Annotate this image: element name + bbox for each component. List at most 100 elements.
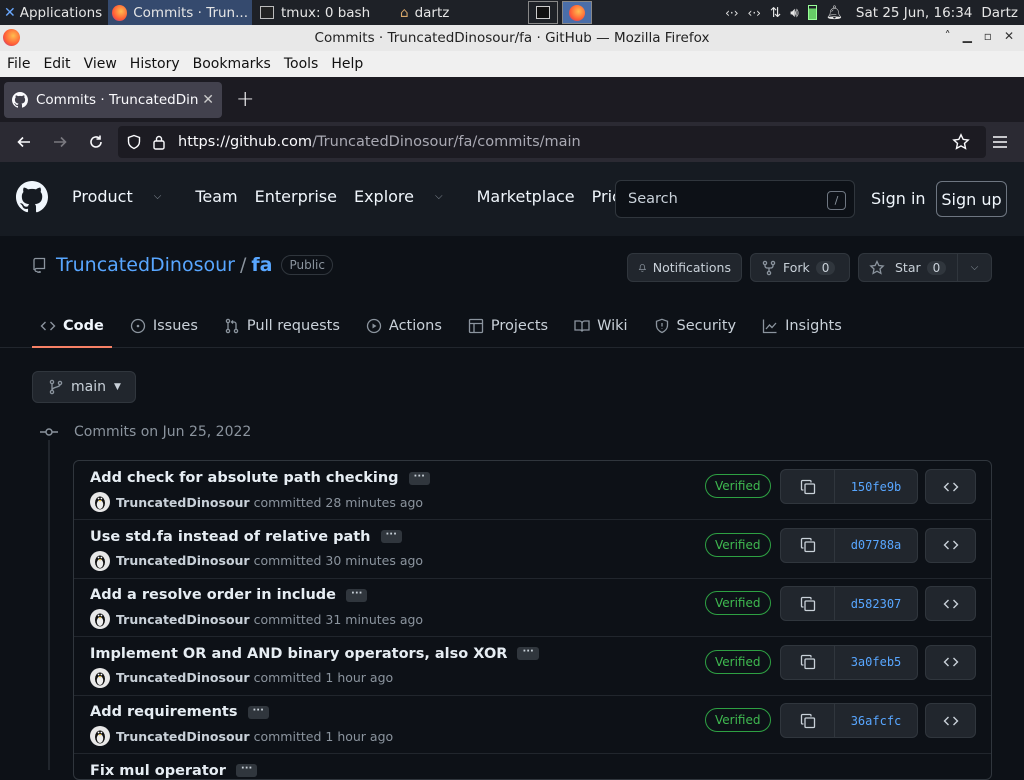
maximize-up-icon[interactable]: ˄ <box>945 29 951 43</box>
tab-actions[interactable]: Actions <box>358 306 450 346</box>
tab-wiki[interactable]: Wiki <box>566 306 635 346</box>
verified-badge[interactable]: Verified <box>705 708 771 732</box>
expand-commit-button[interactable]: ··· <box>381 530 402 543</box>
branch-select-button[interactable]: main ▼ <box>32 371 136 403</box>
tab-code[interactable]: Code <box>32 306 112 346</box>
commit-message-link[interactable]: Add a resolve order in include <box>90 587 336 603</box>
expand-commit-button[interactable]: ··· <box>248 706 269 719</box>
copy-sha-button[interactable] <box>781 587 835 620</box>
user-name[interactable]: Dartz <box>981 5 1018 21</box>
volume-icon[interactable]: 🔊︎ <box>790 5 799 21</box>
browse-repo-at-commit-button[interactable] <box>925 645 976 680</box>
nav-enterprise[interactable]: Enterprise <box>255 187 337 206</box>
tab-security[interactable]: Security <box>646 306 745 346</box>
nav-team[interactable]: Team <box>195 187 237 206</box>
commit-author-link[interactable]: TruncatedDinosour <box>116 495 250 510</box>
nav-product[interactable]: Product⌵ <box>72 187 178 206</box>
applications-menu[interactable]: ✕ Applications <box>0 0 108 25</box>
tab-pull-requests[interactable]: Pull requests <box>216 306 348 346</box>
new-tab-button[interactable]: + <box>236 87 254 112</box>
menu-history[interactable]: History <box>123 56 186 72</box>
back-button[interactable] <box>6 124 42 160</box>
taskbar-window-firefox[interactable]: Commits · Trun... <box>108 0 252 25</box>
menu-tools[interactable]: Tools <box>277 56 325 72</box>
taskbar-window-dartz[interactable]: ⌂ dartz <box>388 0 528 25</box>
browser-tab-active[interactable]: Commits · TruncatedDinosour/fa ✕ <box>4 82 222 118</box>
reload-button[interactable] <box>78 124 114 160</box>
avatar[interactable] <box>90 492 110 512</box>
avatar[interactable] <box>90 609 110 629</box>
github-search-input[interactable]: Search / <box>615 180 855 218</box>
clock[interactable]: Sat 25 Jun, 16:34 <box>852 5 972 21</box>
commit-sha-link[interactable]: 36afcfc <box>835 704 917 737</box>
network-icon[interactable]: ‹·› <box>725 6 738 20</box>
lock-icon[interactable] <box>152 134 166 150</box>
shield-icon[interactable] <box>126 134 142 150</box>
commit-message-link[interactable]: Fix mul operator <box>90 763 226 779</box>
commit-author-link[interactable]: TruncatedDinosour <box>116 729 250 744</box>
browse-repo-at-commit-button[interactable] <box>925 586 976 621</box>
menu-view[interactable]: View <box>77 56 123 72</box>
app-menu-button[interactable] <box>982 124 1018 160</box>
verified-badge[interactable]: Verified <box>705 650 771 674</box>
menu-file[interactable]: File <box>0 56 36 72</box>
transfer-arrows-icon[interactable]: ⇅ <box>770 5 781 21</box>
commit-message-link[interactable]: Add requirements <box>90 704 238 720</box>
address-bar[interactable]: https://github.com/TruncatedDinosour/fa/… <box>118 126 986 158</box>
menu-help[interactable]: Help <box>324 56 369 72</box>
close-tab-icon[interactable]: ✕ <box>202 92 214 108</box>
restore-icon[interactable]: ▫ <box>984 29 992 43</box>
commit-author-link[interactable]: TruncatedDinosour <box>116 670 250 685</box>
browse-repo-at-commit-button[interactable] <box>925 469 976 504</box>
expand-commit-button[interactable]: ··· <box>409 472 430 485</box>
copy-sha-button[interactable] <box>781 646 835 679</box>
browse-repo-at-commit-button[interactable] <box>925 528 976 563</box>
commit-message-link[interactable]: Add check for absolute path checking <box>90 470 399 486</box>
copy-sha-button[interactable] <box>781 470 835 503</box>
taskbar-window-tmux[interactable]: tmux: 0 bash <box>252 0 388 25</box>
browse-repo-at-commit-button[interactable] <box>925 703 976 738</box>
commit-message-link[interactable]: Implement OR and AND binary operators, a… <box>90 646 507 662</box>
repo-owner-link[interactable]: TruncatedDinosour <box>56 254 235 276</box>
tab-issues[interactable]: Issues <box>122 306 206 346</box>
avatar[interactable] <box>90 726 110 746</box>
repo-name-link[interactable]: fa <box>251 254 272 276</box>
expand-commit-button[interactable]: ··· <box>346 589 367 602</box>
commit-author-link[interactable]: TruncatedDinosour <box>116 612 250 627</box>
commit-sha-link[interactable]: 3a0feb5 <box>835 646 917 679</box>
github-logo-icon[interactable] <box>16 181 48 213</box>
expand-commit-button[interactable]: ··· <box>517 647 538 660</box>
fork-button[interactable]: Fork 0 <box>750 253 850 282</box>
workspace-terminal-launcher[interactable] <box>528 1 558 24</box>
minimize-icon[interactable]: ▁ <box>963 29 972 43</box>
menu-bookmarks[interactable]: Bookmarks <box>186 56 277 72</box>
star-dropdown-button[interactable]: ⌵ <box>957 253 992 282</box>
commit-sha-link[interactable]: 150fe9b <box>835 470 917 503</box>
commit-sha-link[interactable]: d582307 <box>835 587 917 620</box>
notifications-button[interactable]: Notifications <box>627 253 742 282</box>
verified-badge[interactable]: Verified <box>705 474 771 498</box>
workspace-firefox-launcher[interactable] <box>562 1 592 24</box>
close-icon[interactable]: ✕ <box>1004 29 1014 43</box>
network-icon[interactable]: ‹·› <box>748 6 761 20</box>
sign-up-button[interactable]: Sign up <box>936 181 1007 217</box>
star-button[interactable]: Star 0 <box>858 253 958 282</box>
commit-sha-link[interactable]: d07788a <box>835 529 917 562</box>
copy-sha-button[interactable] <box>781 529 835 562</box>
commit-message-link[interactable]: Use std.fa instead of relative path <box>90 529 371 545</box>
avatar[interactable] <box>90 551 110 571</box>
nav-marketplace[interactable]: Marketplace <box>477 187 575 206</box>
menu-edit[interactable]: Edit <box>36 56 76 72</box>
sign-in-link[interactable]: Sign in <box>871 189 926 208</box>
nav-explore[interactable]: Explore⌵ <box>354 187 460 206</box>
battery-icon[interactable] <box>808 5 817 20</box>
tab-projects[interactable]: Projects <box>460 306 556 346</box>
commit-author-link[interactable]: TruncatedDinosour <box>116 553 250 568</box>
copy-sha-button[interactable] <box>781 704 835 737</box>
verified-badge[interactable]: Verified <box>705 591 771 615</box>
forward-button[interactable] <box>42 124 78 160</box>
notification-bell-icon[interactable]: 🔔︎ <box>826 5 843 21</box>
verified-badge[interactable]: Verified <box>705 533 771 557</box>
tab-insights[interactable]: Insights <box>754 306 850 346</box>
bookmark-star-icon[interactable] <box>952 133 970 151</box>
